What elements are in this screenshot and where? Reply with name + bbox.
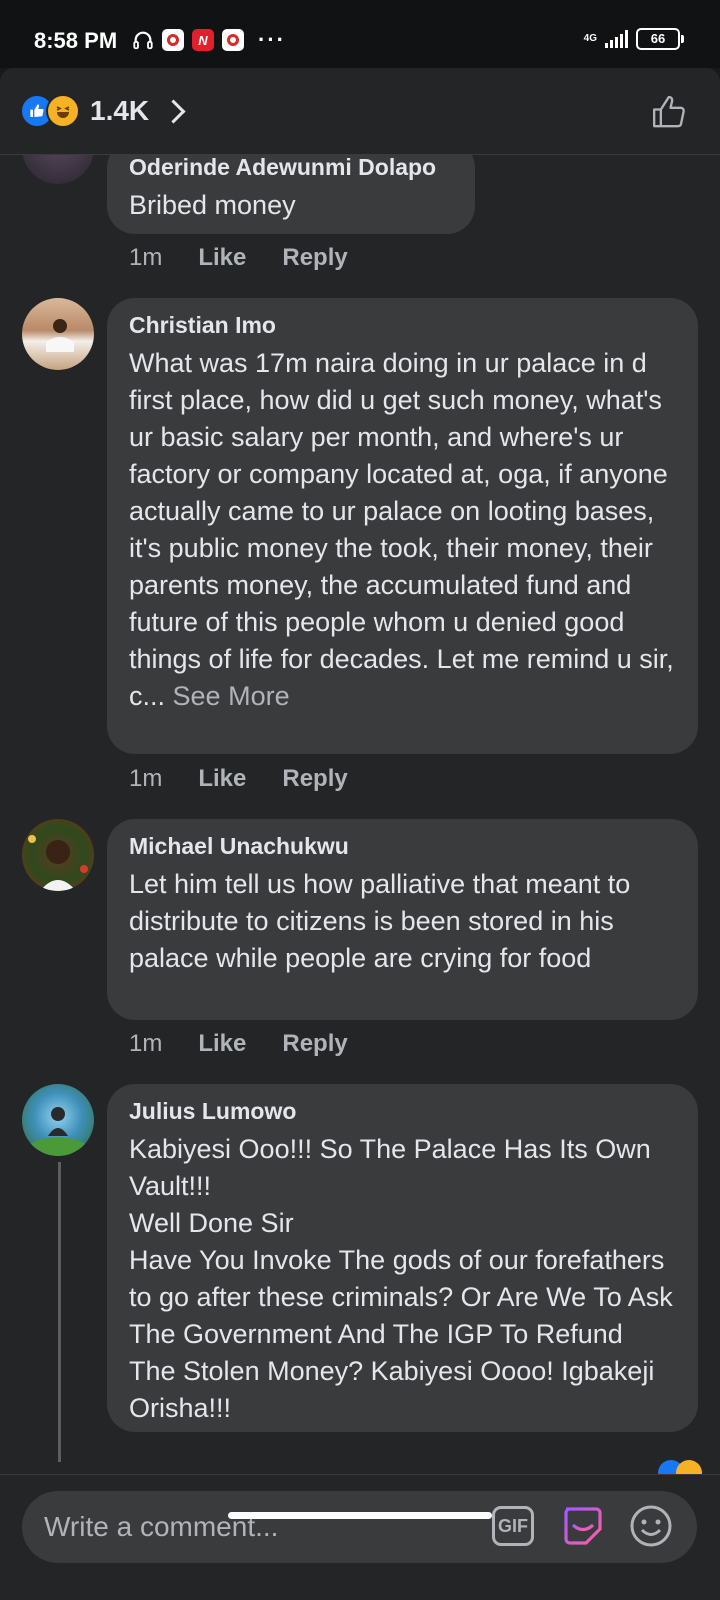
comments-panel: 1.4K Oderinde Adewunmi Dolapo Bribed mon…	[0, 68, 720, 1600]
reply-thread-line	[58, 1162, 61, 1462]
comment-author[interactable]: Julius Lumowo	[129, 1098, 676, 1125]
comment-text: Kabiyesi Ooo!!! So The Palace Has Its Ow…	[129, 1134, 673, 1423]
avatar[interactable]	[22, 154, 94, 184]
news-app-icon: N	[192, 29, 214, 51]
comment-bubble: Christian Imo What was 17m naira doing i…	[107, 298, 698, 754]
reaction-count: 1.4K	[90, 95, 150, 126]
comment-composer: Write a comment... GIF	[0, 1474, 720, 1600]
comment-time[interactable]: 1m	[129, 244, 162, 272]
comment-body: What was 17m naira doing in ur palace in…	[129, 348, 674, 711]
comment-time[interactable]: 1m	[129, 1030, 162, 1058]
comment-bubble: Michael Unachukwu Let him tell us how pa…	[107, 819, 698, 1020]
notification-icons: N ···	[132, 27, 286, 53]
like-button[interactable]: Like	[198, 765, 246, 793]
comment-actions: 1m Like Reply	[129, 244, 348, 272]
comment-text: Bribed money	[129, 190, 296, 220]
reactions-header: 1.4K	[0, 68, 720, 155]
avatar[interactable]	[22, 819, 94, 891]
more-notifications-icon: ···	[258, 27, 286, 52]
app-notification-icon	[162, 29, 184, 51]
status-bar: 8:58 PM N ··· 4G 66	[0, 0, 720, 68]
comment-author[interactable]: Christian Imo	[129, 312, 676, 339]
reply-button[interactable]: Reply	[282, 765, 347, 793]
reactions-summary[interactable]: 1.4K	[20, 94, 186, 128]
sticker-icon[interactable]	[560, 1503, 606, 1549]
status-time: 8:58 PM	[34, 28, 118, 53]
comment-actions: 1m Like Reply	[129, 765, 348, 793]
network-type: 4G	[583, 33, 597, 44]
comment-author[interactable]: Oderinde Adewunmi Dolapo	[129, 154, 453, 181]
home-indicator[interactable]	[228, 1512, 492, 1519]
comment-bubble: Oderinde Adewunmi Dolapo Bribed money	[107, 154, 475, 234]
comment-bubble: Julius Lumowo Kabiyesi Ooo!!! So The Pal…	[107, 1084, 698, 1432]
emoji-icon[interactable]	[628, 1503, 674, 1549]
avatar[interactable]	[22, 298, 94, 370]
comment-time[interactable]: 1m	[129, 765, 162, 793]
reply-button[interactable]: Reply	[282, 1030, 347, 1058]
like-outline-icon[interactable]	[650, 92, 690, 132]
like-button[interactable]: Like	[198, 1030, 246, 1058]
comment-text: What was 17m naira doing in ur palace in…	[129, 345, 676, 715]
comment-input[interactable]: Write a comment... GIF	[22, 1491, 697, 1563]
comment-text: Let him tell us how palliative that mean…	[129, 869, 631, 973]
signal-icon	[605, 30, 628, 48]
headset-icon	[133, 31, 153, 50]
haha-reaction-icon	[46, 94, 80, 128]
avatar[interactable]	[22, 1084, 94, 1156]
system-status: 4G 66	[583, 28, 684, 50]
like-button[interactable]: Like	[198, 244, 246, 272]
chevron-right-icon	[161, 98, 186, 124]
see-more-link[interactable]: See More	[173, 681, 290, 711]
reply-button[interactable]: Reply	[282, 244, 347, 272]
battery-icon: 66	[636, 28, 684, 50]
comment-actions: 1m Like Reply	[129, 1030, 348, 1058]
comment-list: Oderinde Adewunmi Dolapo Bribed money 1m…	[0, 154, 720, 1474]
comment-author[interactable]: Michael Unachukwu	[129, 833, 676, 860]
app-notification-icon	[222, 29, 244, 51]
gif-button[interactable]: GIF	[492, 1506, 534, 1546]
